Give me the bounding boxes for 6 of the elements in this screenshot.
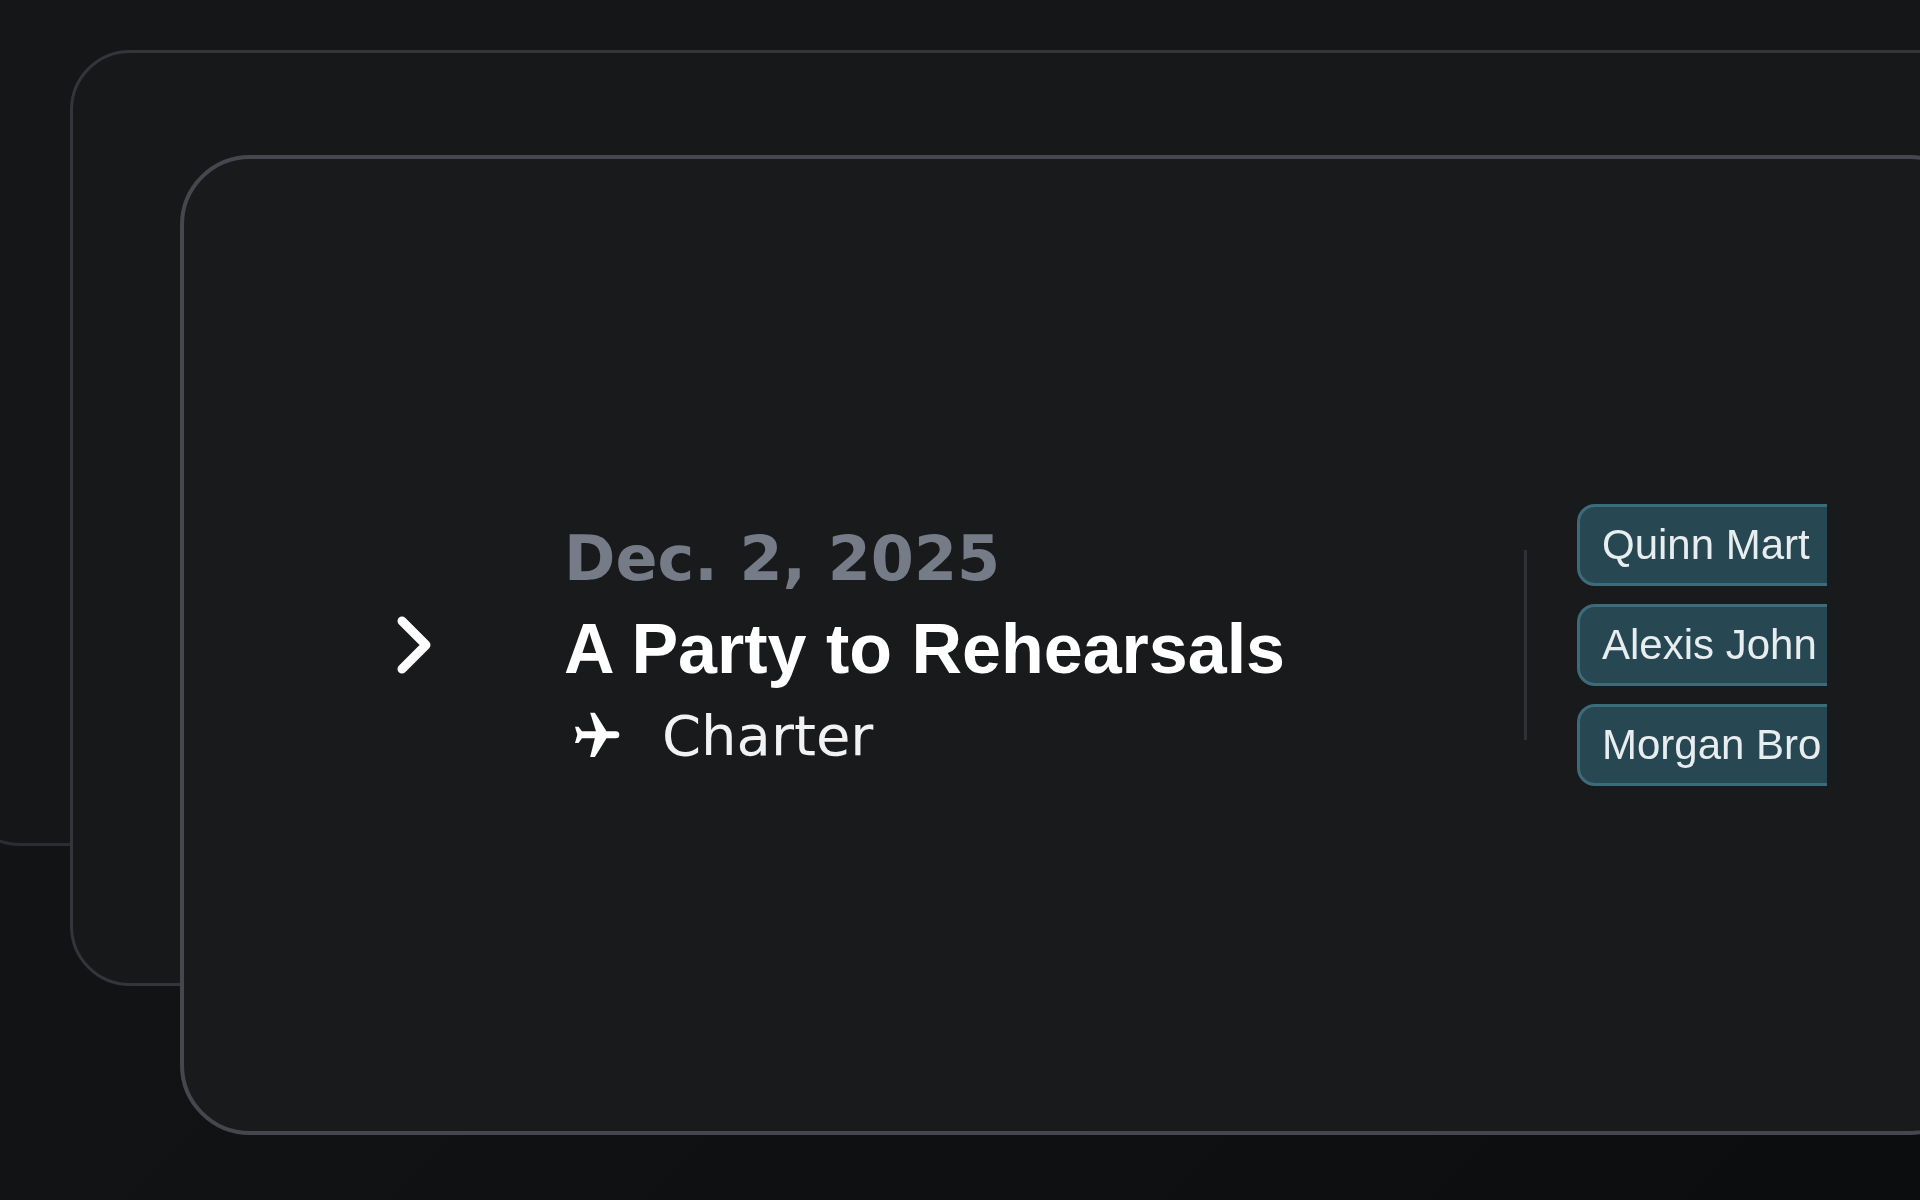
trip-title: A Party to Rehearsals	[564, 609, 1287, 689]
trip-type: Charter	[662, 703, 874, 768]
person-tag: Alexis John	[1577, 604, 1828, 686]
trip-date: Dec. 2, 2025	[564, 522, 1002, 595]
person-tag: Quinn Mart	[1577, 504, 1828, 586]
person-tag: Morgan Bro	[1577, 704, 1828, 786]
